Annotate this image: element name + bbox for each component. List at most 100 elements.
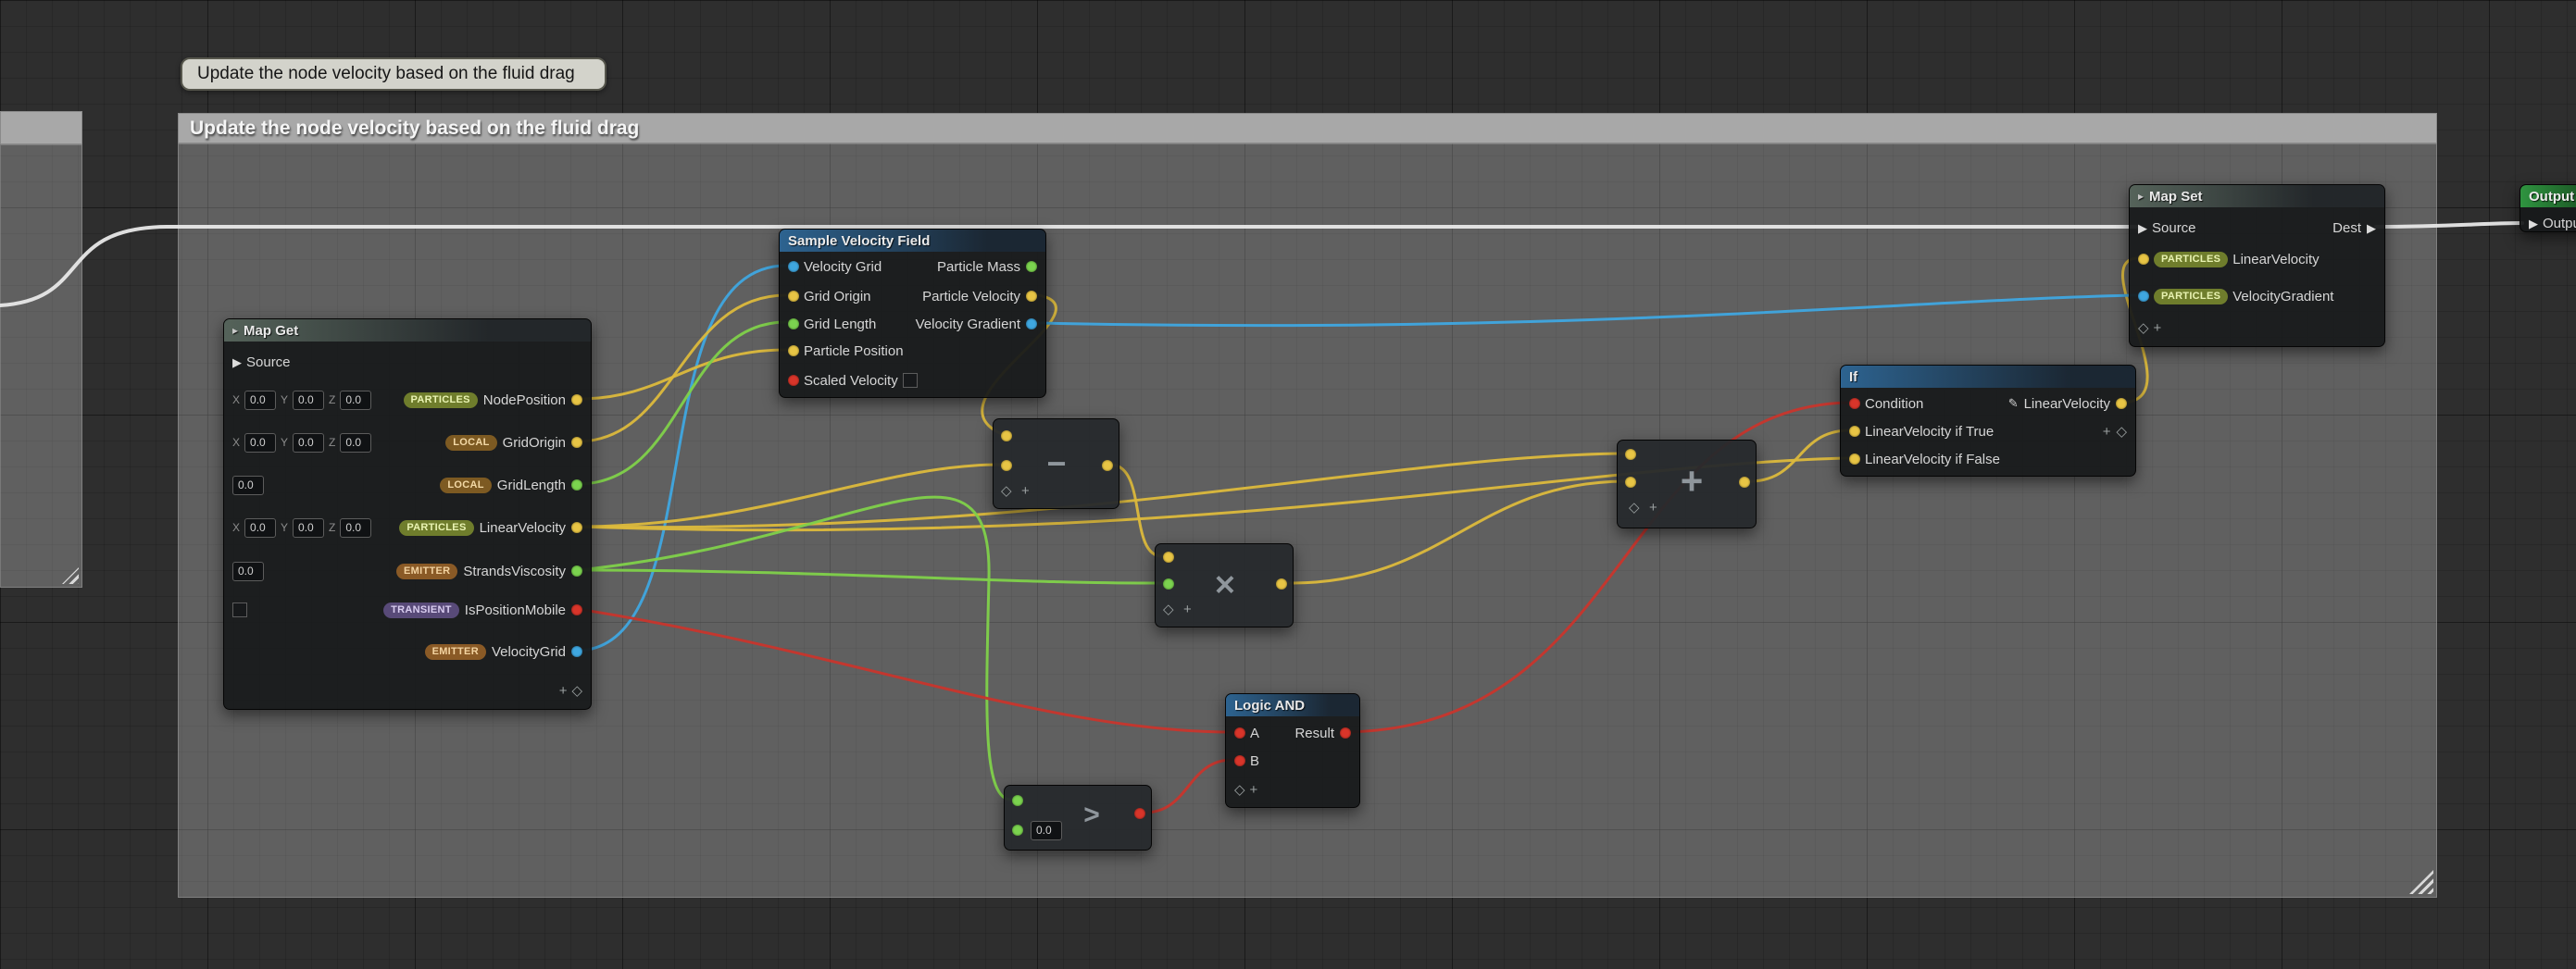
comment-titlebar[interactable]: Update the node velocity based on the fl…	[178, 113, 2437, 143]
node-sample-velocity-field[interactable]: Sample Velocity Field Velocity Grid Part…	[779, 229, 1046, 398]
node-if[interactable]: If Condition ✎ LinearVelocity LinearVelo…	[1840, 365, 2136, 477]
nodeposition-pin[interactable]	[571, 394, 582, 405]
pin-toggle-icon[interactable]: ◇	[1001, 484, 1012, 498]
subtract-a-pin[interactable]	[1001, 430, 1012, 441]
graph-canvas[interactable]: Update the node velocity based on the fl…	[0, 0, 2576, 969]
and-a-pin[interactable]	[1234, 727, 1245, 739]
node-map-set[interactable]: ▸ Map Set ▶ Source Dest ▶ PARTICLES Line…	[2129, 184, 2385, 347]
node-map-get[interactable]: ▸ Map Get ▶ Source X 0.0 Y 0.0 Z 0.0 PAR…	[223, 318, 592, 710]
node-greater-than[interactable]: > 0.0	[1004, 785, 1152, 851]
velocitygradient-in-pin[interactable]	[2138, 291, 2149, 302]
add-pin-icon[interactable]: +	[2154, 321, 2162, 335]
source-exec-pin[interactable]: ▶	[2138, 222, 2147, 234]
svf-header[interactable]: Sample Velocity Field	[780, 230, 1045, 252]
add-pin-icon[interactable]: +	[559, 684, 568, 698]
source-exec-pin[interactable]: ▶	[232, 356, 242, 368]
add-b-pin[interactable]	[1625, 477, 1636, 488]
multiply-a-pin[interactable]	[1163, 552, 1174, 563]
add-pin-icon[interactable]: +	[2103, 425, 2111, 439]
bool-checkbox[interactable]	[903, 373, 918, 388]
pencil-icon[interactable]: ✎	[2008, 396, 2019, 411]
add-pin-icon[interactable]: +	[1021, 484, 1030, 498]
node-multiply[interactable]: ✕ ◇ +	[1155, 543, 1294, 627]
value-input[interactable]: 0.0	[232, 562, 264, 581]
if-row-true: LinearVelocity if True + ◇	[1841, 417, 2135, 445]
multiply-b-pin[interactable]	[1163, 578, 1174, 590]
gridorigin-pin[interactable]	[571, 437, 582, 448]
pin-toggle-icon[interactable]: ◇	[2116, 425, 2127, 439]
pin-toggle-icon[interactable]: ◇	[2138, 321, 2149, 335]
greater-b-value-input[interactable]: 0.0	[1031, 821, 1062, 840]
node-add[interactable]: + ◇ +	[1617, 440, 1757, 528]
add-pin-icon[interactable]: +	[1649, 501, 1657, 515]
linearvelocity-pin[interactable]	[571, 522, 582, 533]
collapse-caret-icon[interactable]: ▸	[232, 324, 238, 337]
pin-label: LinearVelocity if True	[1865, 424, 1994, 440]
collapse-caret-icon[interactable]: ▸	[2138, 190, 2144, 203]
multiply-out-pin[interactable]	[1276, 578, 1287, 590]
node-subtract[interactable]: − ◇ +	[993, 418, 1119, 509]
pin-toggle-icon[interactable]: ◇	[1629, 501, 1640, 515]
particle-position-in-pin[interactable]	[788, 345, 799, 356]
left-panel-titlebar[interactable]	[0, 111, 82, 144]
gridlength-pin[interactable]	[571, 479, 582, 491]
linearvelocity-in-pin[interactable]	[2138, 254, 2149, 265]
velocitygrid-pin[interactable]	[571, 646, 582, 657]
grid-length-in-pin[interactable]	[788, 318, 799, 329]
z-value-input[interactable]: 0.0	[340, 433, 371, 453]
z-value-input[interactable]: 0.0	[340, 391, 371, 410]
and-b-pin[interactable]	[1234, 755, 1245, 766]
if-header[interactable]: If	[1841, 366, 2135, 388]
add-a-pin[interactable]	[1625, 449, 1636, 460]
namespace-badge: PARTICLES	[404, 392, 478, 408]
add-pin-icon[interactable]: +	[1250, 783, 1258, 797]
subtract-b-pin[interactable]	[1001, 460, 1012, 471]
y-value-input[interactable]: 0.0	[293, 433, 324, 453]
add-pin-icon[interactable]: +	[1183, 603, 1192, 616]
output-exec-pin[interactable]: ▶	[2529, 217, 2538, 230]
particle-velocity-out-pin[interactable]	[1026, 291, 1037, 302]
if-false-pin[interactable]	[1849, 453, 1860, 465]
source-label: Source	[246, 354, 291, 370]
svf-title: Sample Velocity Field	[788, 233, 930, 249]
y-value-input[interactable]: 0.0	[293, 518, 324, 538]
scaled-velocity-in-pin[interactable]	[788, 375, 799, 386]
particle-mass-out-pin[interactable]	[1026, 261, 1037, 272]
subtract-out-pin[interactable]	[1102, 460, 1113, 471]
bool-checkbox[interactable]	[232, 603, 247, 617]
left-panel-body[interactable]	[0, 144, 82, 588]
and-result-pin[interactable]	[1340, 727, 1351, 739]
output-header[interactable]: Output M	[2520, 185, 2576, 207]
node-logic-and[interactable]: Logic AND A Result B ◇ +	[1225, 693, 1360, 808]
add-out-pin[interactable]	[1739, 477, 1750, 488]
resize-handle[interactable]	[62, 567, 79, 584]
logic-and-header[interactable]: Logic AND	[1226, 694, 1359, 716]
if-condition-pin[interactable]	[1849, 398, 1860, 409]
ispositionmobile-pin[interactable]	[571, 604, 582, 615]
greater-out-pin[interactable]	[1134, 808, 1145, 819]
pin-toggle-icon[interactable]: ◇	[1234, 783, 1245, 797]
map-get-header[interactable]: ▸ Map Get	[224, 319, 591, 342]
velocity-gradient-out-pin[interactable]	[1026, 318, 1037, 329]
comment-resize-handle[interactable]	[2409, 870, 2433, 894]
value-input[interactable]: 0.0	[232, 476, 264, 495]
x-value-input[interactable]: 0.0	[244, 433, 276, 453]
grid-origin-in-pin[interactable]	[788, 291, 799, 302]
x-value-input[interactable]: 0.0	[244, 518, 276, 538]
greater-b-pin[interactable]	[1012, 825, 1023, 836]
namespace-badge: EMITTER	[396, 564, 457, 579]
if-output-pin[interactable]	[2116, 398, 2127, 409]
y-value-input[interactable]: 0.0	[293, 391, 324, 410]
x-value-input[interactable]: 0.0	[244, 391, 276, 410]
greater-a-pin[interactable]	[1012, 795, 1023, 806]
if-true-pin[interactable]	[1849, 426, 1860, 437]
z-value-input[interactable]: 0.0	[340, 518, 371, 538]
dest-exec-pin[interactable]: ▶	[2367, 222, 2376, 234]
strandsviscosity-pin[interactable]	[571, 565, 582, 577]
node-output[interactable]: Output M ▶ Outpu	[2520, 184, 2576, 232]
map-set-header[interactable]: ▸ Map Set	[2130, 185, 2384, 207]
pin-toggle-icon[interactable]: ◇	[571, 684, 582, 698]
pin-toggle-icon[interactable]: ◇	[1163, 603, 1174, 616]
velocity-grid-in-pin[interactable]	[788, 261, 799, 272]
row-ispositionmobile: TRANSIENT IsPositionMobile	[224, 596, 591, 624]
